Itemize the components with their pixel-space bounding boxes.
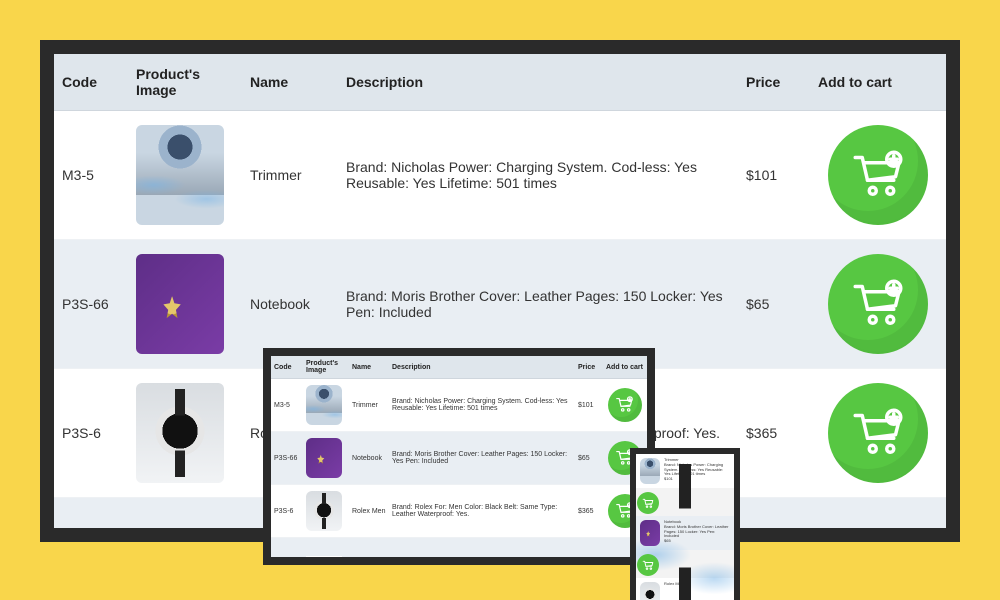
col-header-code: Code: [54, 54, 128, 111]
cell-code: P3S-66: [271, 432, 303, 485]
add-to-cart-button[interactable]: [637, 554, 659, 576]
cell-image: [303, 379, 349, 432]
cart-icon: [850, 276, 906, 332]
cell-name: Notebook: [349, 432, 389, 485]
cell-price: $65: [575, 432, 603, 485]
col-header-name: Name: [242, 54, 338, 111]
cell-code: M3-5: [54, 111, 128, 240]
product-image-trimmer: [306, 385, 342, 425]
cell-price: $101: [738, 111, 810, 240]
cart-icon: [850, 147, 906, 203]
cell-code: M3-5: [271, 379, 303, 432]
product-image-trimmer: [136, 125, 224, 225]
cell-code: [54, 498, 128, 543]
table-row: P3S-6 Rolex Men Brand: Rolex For: Men Co…: [271, 485, 647, 538]
col-header-name: Name: [349, 356, 389, 379]
add-to-cart-button[interactable]: [828, 125, 928, 225]
col-header-cart: Add to cart: [603, 356, 647, 379]
cell-description: Brand: Moris Brother Cover: Leather Page…: [389, 432, 575, 485]
cell-description: Brand: Nicholas Power: Charging System. …: [389, 379, 575, 432]
cell-image: [128, 369, 242, 498]
col-header-image: Product's Image: [303, 356, 349, 379]
col-header-code: Code: [271, 356, 303, 379]
stage: Code Product's Image Name Description Pr…: [0, 0, 1000, 600]
col-header-description: Description: [389, 356, 575, 379]
device-phone: Trimmer Brand: Nicholas Power: Charging …: [630, 448, 740, 600]
add-to-cart-button[interactable]: [828, 383, 928, 483]
add-to-cart-button[interactable]: [637, 492, 659, 514]
product-image-notebook: [640, 520, 660, 546]
table-row: M3-5 Trimmer Brand: Nicholas Power: Char…: [54, 111, 946, 240]
cell-cart: [810, 369, 946, 498]
product-image-watch: [306, 491, 342, 531]
add-to-cart-button[interactable]: [608, 388, 642, 422]
cell-cart: [810, 240, 946, 369]
cell-cart: [810, 498, 946, 543]
product-image-notebook: [306, 438, 342, 478]
cell-cart: [603, 379, 647, 432]
product-image-trimmer: [640, 458, 660, 484]
cart-icon: [615, 395, 634, 414]
col-header-price: Price: [575, 356, 603, 379]
cart-icon: [850, 405, 906, 461]
cart-icon: [642, 497, 654, 509]
cell-name: Trimmer: [349, 379, 389, 432]
device-tablet: Code Product's Image Name Description Pr…: [263, 348, 655, 565]
table-row: [271, 538, 647, 566]
col-header-description: Description: [338, 54, 738, 111]
cell-name: Trimmer: [242, 111, 338, 240]
table-header-row: Code Product's Image Name Description Pr…: [271, 356, 647, 379]
cell-price: $101: [575, 379, 603, 432]
cell-image: [128, 240, 242, 369]
cell-price: $65: [738, 240, 810, 369]
product-image-placeholder: [306, 556, 342, 565]
cell-image: [303, 538, 349, 566]
cell-name: Rolex Men: [349, 485, 389, 538]
cell-image: [303, 432, 349, 485]
product-image-notebook: [136, 254, 224, 354]
col-header-image: Product's Image: [128, 54, 242, 111]
cell-description: Brand: Rolex For: Men Color: Black Belt:…: [389, 485, 575, 538]
table-header-row: Code Product's Image Name Description Pr…: [54, 54, 946, 111]
cell-code: P3S-6: [271, 485, 303, 538]
product-table-tablet: Code Product's Image Name Description Pr…: [271, 356, 647, 565]
table-row: P3S-66 Notebook Brand: Moris Brother Cov…: [271, 432, 647, 485]
cell-image: [303, 485, 349, 538]
cell-code: P3S-66: [54, 240, 128, 369]
col-header-cart: Add to cart: [810, 54, 946, 111]
cell-price: $365: [738, 369, 810, 498]
cart-icon: [642, 559, 654, 571]
cell-image: [128, 498, 242, 543]
table-row: M3-5 Trimmer Brand: Nicholas Power: Char…: [271, 379, 647, 432]
cell-code: P3S-6: [54, 369, 128, 498]
cell-image: [128, 111, 242, 240]
cell-description: Brand: Nicholas Power: Charging System. …: [338, 111, 738, 240]
product-image-watch: [136, 383, 224, 483]
cell-cart: [810, 111, 946, 240]
add-to-cart-button[interactable]: [828, 254, 928, 354]
col-header-price: Price: [738, 54, 810, 111]
cell-price: $365: [575, 485, 603, 538]
